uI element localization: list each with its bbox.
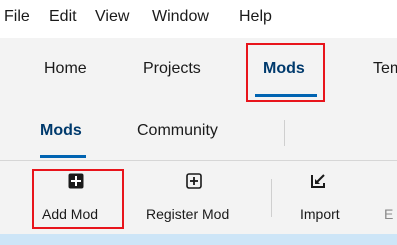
- menu-file[interactable]: File: [4, 8, 30, 26]
- main-nav: Home Projects Mods Tem: [0, 38, 397, 102]
- subtab-mods[interactable]: Mods: [40, 122, 82, 140]
- tab-projects[interactable]: Projects: [143, 60, 201, 78]
- highlight-box-mods-tab: [246, 43, 325, 102]
- import-icon: [310, 173, 326, 189]
- sub-nav: Mods Community: [0, 104, 397, 160]
- menu-window[interactable]: Window: [152, 8, 209, 26]
- menu-help[interactable]: Help: [239, 8, 272, 26]
- mod-list-header: [0, 234, 397, 245]
- menu-view[interactable]: View: [95, 8, 129, 26]
- register-mod-label: Register Mod: [146, 206, 230, 222]
- import-label: Import: [300, 206, 340, 222]
- tab-templates[interactable]: Tem: [373, 60, 397, 78]
- export-button[interactable]: E: [380, 161, 397, 234]
- tab-home[interactable]: Home: [44, 60, 87, 78]
- export-label: E: [384, 206, 394, 222]
- toolbar-divider: [271, 179, 272, 217]
- menu-bar: File Edit View Window Help: [0, 0, 397, 38]
- subnav-divider: [284, 120, 285, 146]
- subtab-community[interactable]: Community: [137, 122, 218, 140]
- menu-edit[interactable]: Edit: [49, 8, 77, 26]
- register-mod-button[interactable]: Register Mod: [138, 161, 248, 234]
- import-button[interactable]: Import: [290, 161, 360, 234]
- highlight-box-add-mod: [32, 169, 124, 229]
- active-subtab-indicator: [40, 155, 86, 158]
- plus-square-outline-icon: [186, 173, 202, 189]
